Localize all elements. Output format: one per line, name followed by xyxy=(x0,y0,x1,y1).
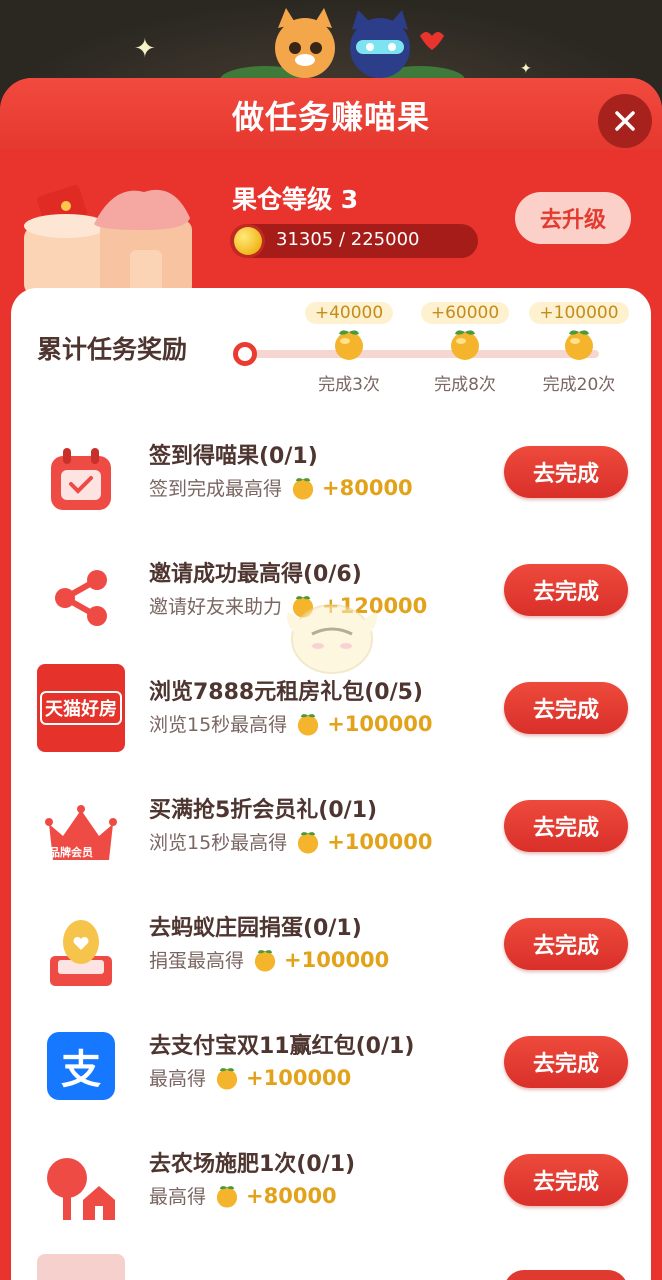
milestone-bonus: +40000 xyxy=(304,302,394,324)
milestone-label: 完成20次 xyxy=(542,375,616,395)
close-icon xyxy=(615,111,635,131)
milestone-8[interactable]: +60000 完成8次 xyxy=(405,302,525,395)
task-row-member-gift: 品牌会员 买满抢5折会员礼(0/1) 浏览15秒最高得 +100000 去完成 xyxy=(11,782,651,882)
task-row-farm-fertilize: 去农场施肥1次(0/1) 最高得 +80000 去完成 xyxy=(11,1136,651,1236)
task-desc-text: 浏览15秒最高得 xyxy=(149,832,288,854)
task-description: 浏览15秒最高得 +100000 xyxy=(149,828,432,855)
task-card: 累计任务奖励 +40000 完成3次 +60000 完成8次 +100000 完… xyxy=(11,288,651,1280)
task-desc-text: 最高得 xyxy=(149,1068,207,1090)
task-name: 邀请成功最高得(0/6) xyxy=(149,562,362,587)
tmall-haofang-logo-icon: 天猫好房 xyxy=(37,664,125,752)
tmall-haofang-logo-text: 天猫好房 xyxy=(40,691,122,725)
task-description: 最高得 +80000 xyxy=(149,1182,337,1209)
task-name: 去农场施肥1次(0/1) xyxy=(149,1152,356,1177)
go-complete-button[interactable]: 去完成 xyxy=(504,800,628,852)
task-name: 去支付宝双11赢红包(0/1) xyxy=(149,1034,415,1059)
task-row-donate-egg: 去蚂蚁庄园捐蛋(0/1) 捐蛋最高得 +100000 去完成 xyxy=(11,900,651,1000)
calendar-check-icon xyxy=(37,436,125,524)
watermark-mascot-icon xyxy=(287,604,377,674)
task-description: 浏览15秒最高得 +100000 xyxy=(149,710,432,737)
watermark-text: 3DMGAME xyxy=(468,1224,624,1257)
task-row-alipay: 支 去支付宝双11赢红包(0/1) 最高得 +100000 去完成 xyxy=(11,1018,651,1118)
milestone-3[interactable]: +40000 完成3次 xyxy=(289,302,409,395)
milestone-label: 完成3次 xyxy=(318,375,380,395)
brand-member-logo-text: 品牌会员 xyxy=(49,846,93,859)
milestone-label: 完成8次 xyxy=(434,375,496,395)
share-icon xyxy=(37,554,125,642)
go-complete-button[interactable]: 去完成 xyxy=(504,564,628,616)
crown-member-icon: 品牌会员 xyxy=(37,790,125,878)
coin-icon xyxy=(234,227,262,255)
task-row-sign-in: 签到得喵果(0/1) 签到完成最高得 +80000 去完成 xyxy=(11,428,651,528)
go-complete-button[interactable]: 去完成 xyxy=(504,682,628,734)
task-reward: +100000 xyxy=(246,1065,352,1090)
go-complete-button[interactable]: 去完成 xyxy=(504,918,628,970)
task-desc-text: 签到完成最高得 xyxy=(149,478,283,500)
milestone-20[interactable]: +100000 完成20次 xyxy=(519,302,639,395)
storage-level-section: 果仓等级 3 31305 / 225000 去升级 xyxy=(0,166,662,296)
go-complete-button[interactable]: 去完成 xyxy=(504,1036,628,1088)
page-title: 做任务赚喵果 xyxy=(231,98,430,136)
task-reward: +100000 xyxy=(327,829,433,854)
task-reward: +100000 xyxy=(284,947,390,972)
task-description: 捐蛋最高得 +100000 xyxy=(149,946,389,973)
orange-fruit-icon xyxy=(298,713,319,736)
cumulative-reward-title: 累计任务奖励 xyxy=(37,335,188,364)
task-desc-text: 邀请好友来助力 xyxy=(149,596,283,618)
task-description: 签到完成最高得 +80000 xyxy=(149,474,413,501)
task-reward: +80000 xyxy=(322,475,413,500)
reward-progress-start-dot xyxy=(233,342,257,366)
fruit-storage-icon xyxy=(24,185,192,296)
storage-level-label: 果仓等级 3 xyxy=(232,185,359,214)
orange-fruit-icon xyxy=(335,330,363,360)
go-complete-button[interactable]: 去完成 xyxy=(504,1154,628,1206)
egg-box-icon xyxy=(37,908,125,996)
sparkle-icon: ✦ xyxy=(520,61,532,77)
orange-fruit-icon xyxy=(216,1067,238,1090)
task-reward: +80000 xyxy=(246,1183,337,1208)
go-complete-button[interactable]: 去完成 xyxy=(504,446,628,498)
sparkle-icon: ✦ xyxy=(134,34,156,64)
orange-fruit-icon xyxy=(254,949,276,972)
upgrade-button[interactable]: 去升级 xyxy=(515,192,631,244)
orange-fruit-icon xyxy=(565,330,593,360)
next-task-button-partial[interactable] xyxy=(504,1270,628,1280)
orange-fruit-icon xyxy=(292,477,314,500)
alipay-logo-text: 支 xyxy=(61,1047,101,1093)
next-task-icon-partial xyxy=(37,1254,125,1280)
task-desc-text: 浏览15秒最高得 xyxy=(149,714,288,736)
task-reward: +100000 xyxy=(327,711,433,736)
task-name: 签到得喵果(0/1) xyxy=(149,444,318,469)
alipay-icon: 支 xyxy=(47,1032,115,1100)
level-progress-bar: 31305 / 225000 xyxy=(230,224,478,258)
milestone-bonus: +60000 xyxy=(420,302,510,324)
milestone-bonus: +100000 xyxy=(529,302,629,324)
tree-house-icon xyxy=(37,1144,125,1232)
task-name: 去蚂蚁庄园捐蛋(0/1) xyxy=(149,916,362,941)
level-progress-text: 31305 / 225000 xyxy=(276,229,420,250)
orange-fruit-icon xyxy=(298,831,319,854)
task-desc-text: 捐蛋最高得 xyxy=(149,950,245,972)
task-name: 买满抢5折会员礼(0/1) xyxy=(149,798,378,823)
task-desc-text: 最高得 xyxy=(149,1186,207,1208)
cat-mascots-image xyxy=(220,8,465,88)
orange-fruit-icon xyxy=(216,1185,238,1208)
orange-fruit-icon xyxy=(451,330,479,360)
task-description: 最高得 +100000 xyxy=(149,1064,351,1091)
close-button[interactable] xyxy=(598,94,652,148)
